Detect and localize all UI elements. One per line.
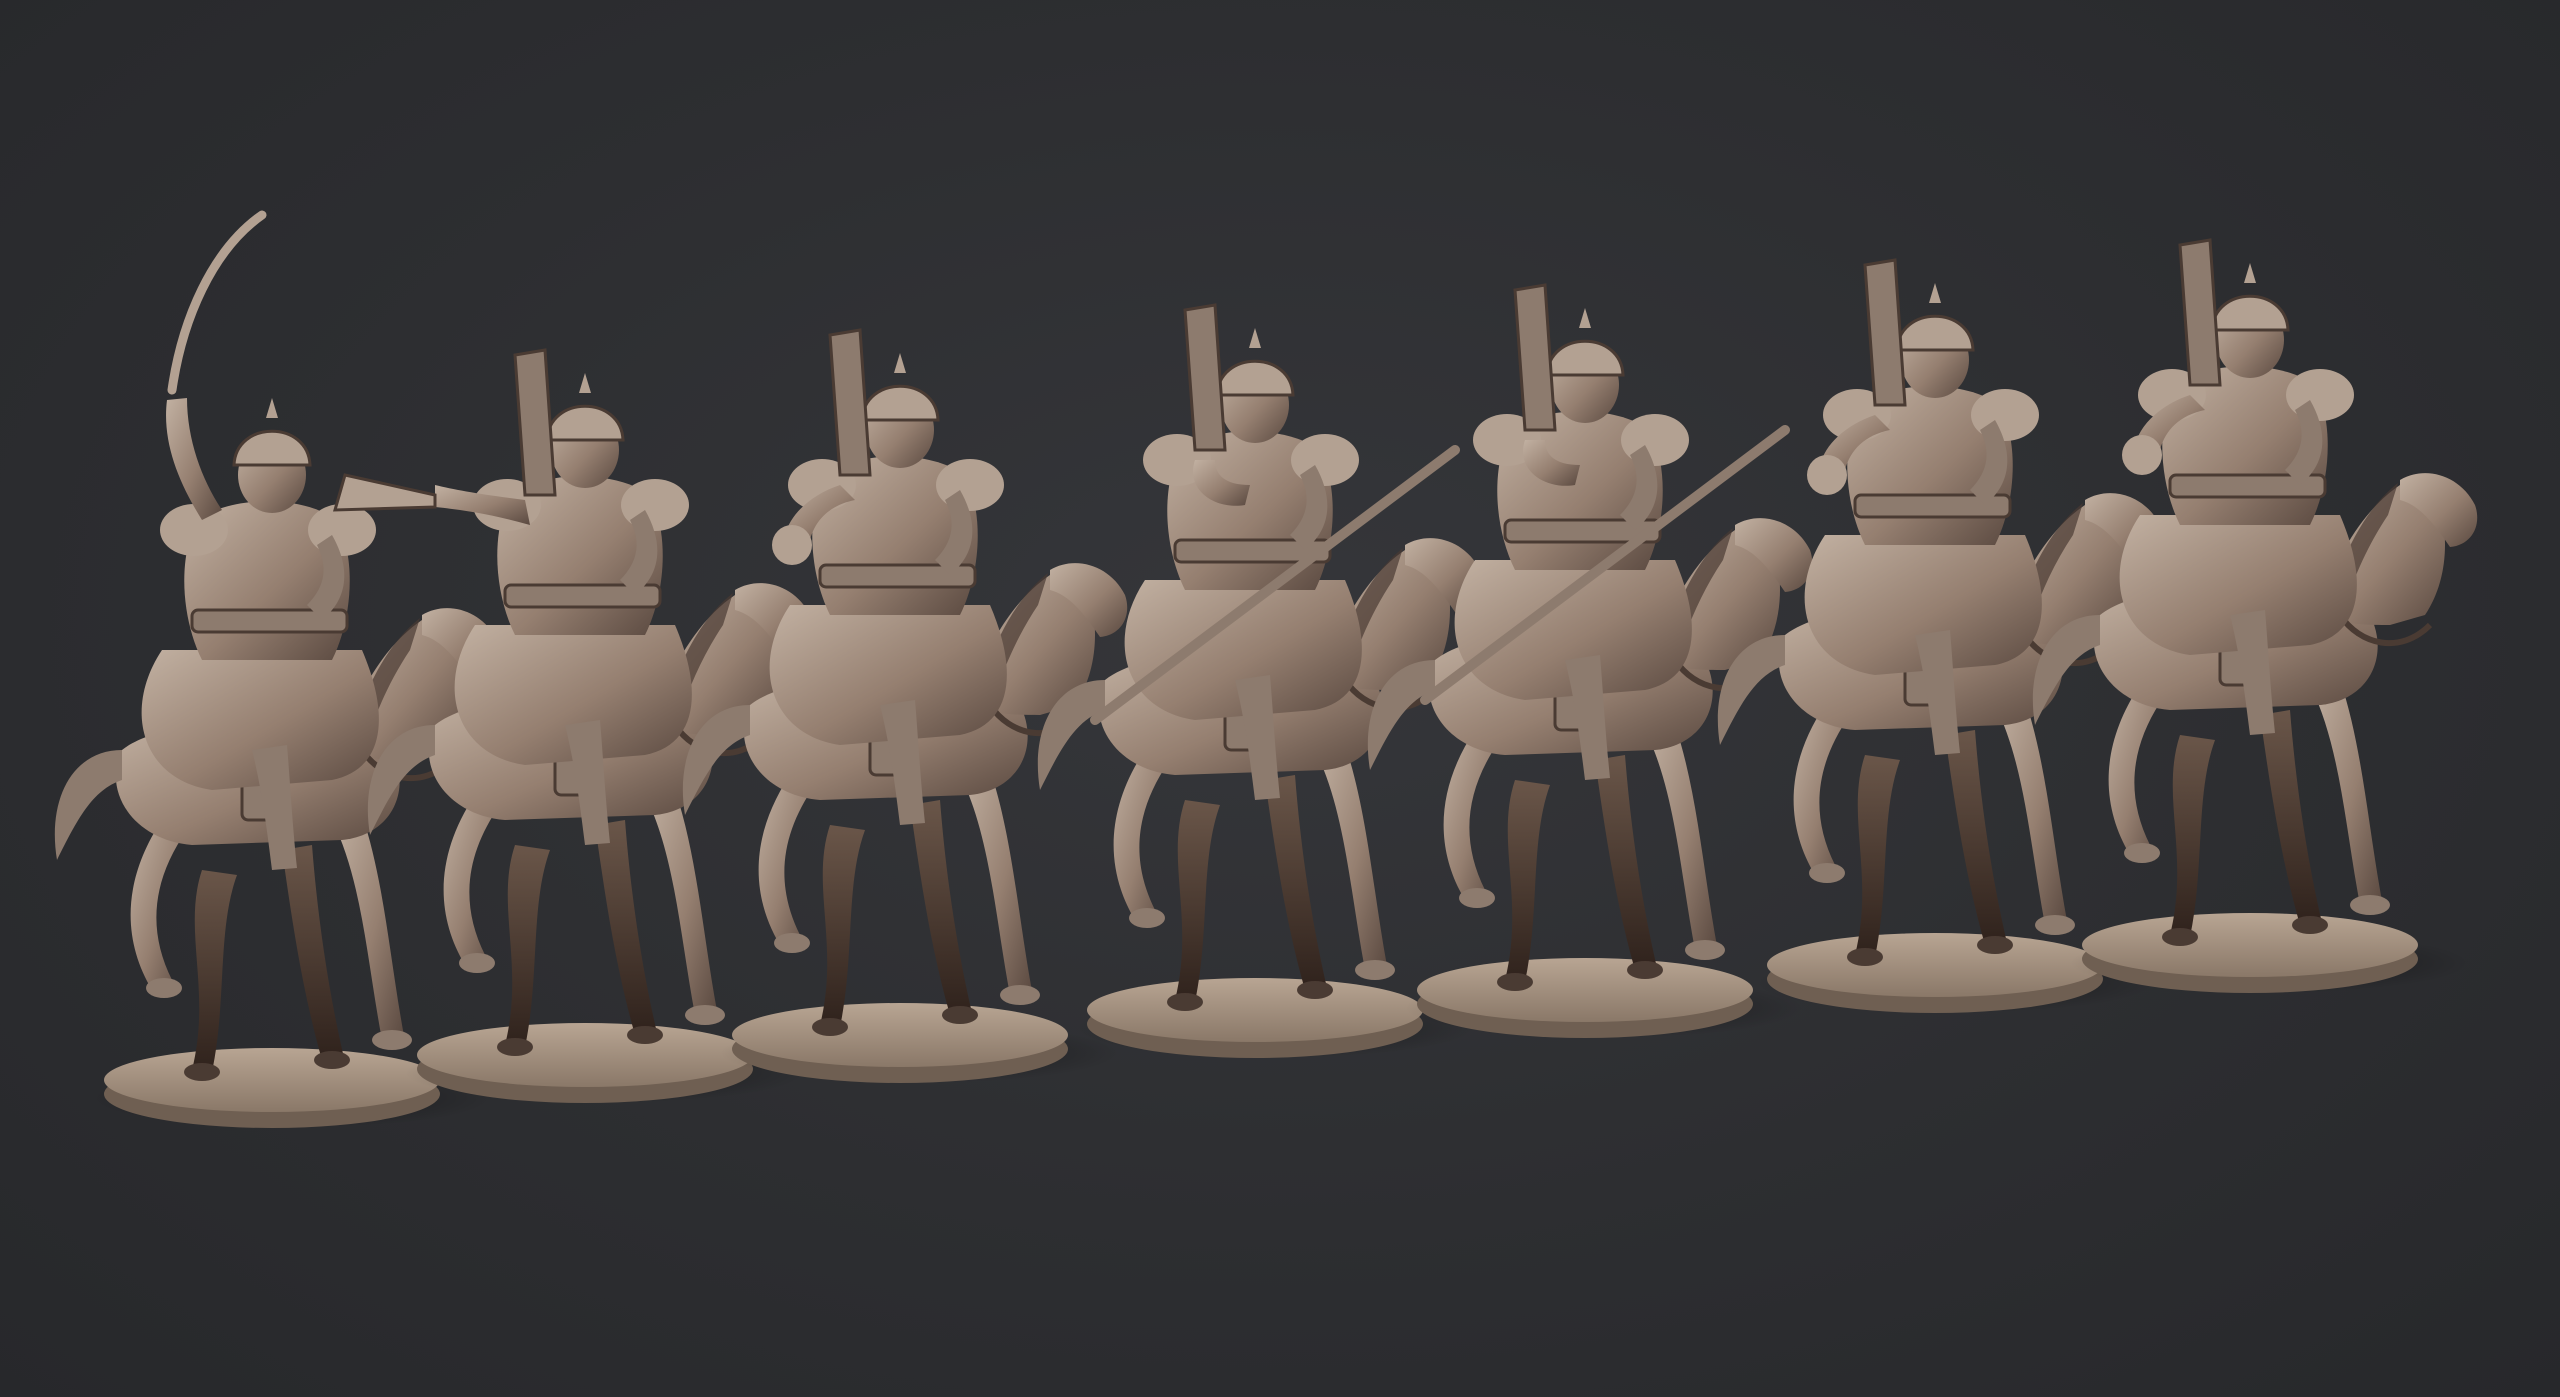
- cavalry-miniature: [54, 210, 500, 1128]
- cavalry-miniature: [2032, 238, 2478, 993]
- sabre: [167, 210, 267, 395]
- render-viewport: [0, 0, 2560, 1397]
- horn: [332, 473, 437, 512]
- fist: [772, 525, 812, 565]
- fist: [2122, 435, 2162, 475]
- miniature-cavalry-render: [54, 210, 2478, 1128]
- fist: [1807, 455, 1847, 495]
